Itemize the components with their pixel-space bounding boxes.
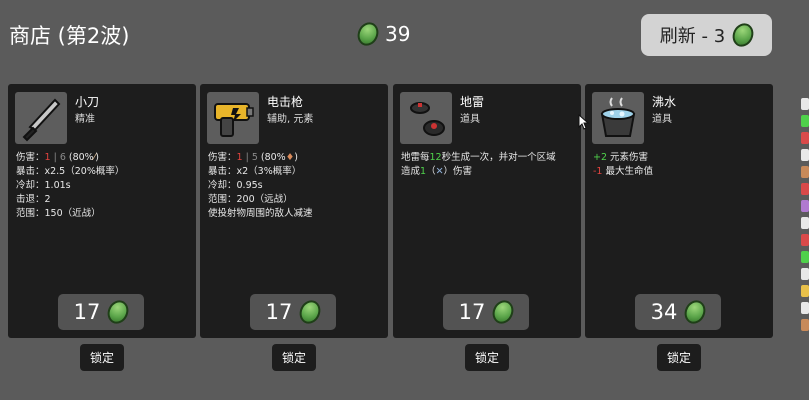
stat-knockback: 击退：2 (16, 194, 51, 205)
shop-card-landmine[interactable]: 地雷 道具 地雷每12秒生成一次，并对一个区域 造成1（✕）伤害 17 (393, 84, 581, 338)
materials-count: 39 (385, 22, 411, 46)
inventory-item-icon[interactable] (801, 166, 809, 178)
inventory-item-icon[interactable] (801, 302, 809, 314)
item-name: 小刀 (75, 95, 100, 109)
stat-range: 范围：200（远战） (208, 194, 293, 205)
reroll-label: 刷新 - 3 (659, 26, 726, 47)
inventory-item-icon[interactable] (801, 217, 809, 229)
taser-icon (207, 92, 259, 144)
item-stats: 伤害：1 | 5 (80%♦) 暴击：x2（3%概率） 冷却：0.95s 范围：… (208, 151, 313, 221)
inventory-item-icon[interactable] (801, 268, 809, 280)
buy-button[interactable]: 34 (635, 294, 721, 330)
inventory-item-icon[interactable] (801, 319, 809, 331)
inventory-item-icon[interactable] (801, 183, 809, 195)
inventory-item-icon[interactable] (801, 132, 809, 144)
inventory-item-icon[interactable] (801, 285, 809, 297)
inventory-item-icon[interactable] (801, 251, 809, 263)
shop-card-knife[interactable]: 小刀 精准 伤害：1 | 6 (80%⁄) 暴击：x2.5（20%概率） 冷却：… (8, 84, 196, 338)
materials-counter: 39 (353, 18, 411, 50)
buy-button[interactable]: 17 (443, 294, 529, 330)
stat-elemental-damage: +2 元素伤害 (593, 152, 649, 163)
item-tag: 道具 (460, 114, 480, 125)
item-stats: 伤害：1 | 6 (80%⁄) 暴击：x2.5（20%概率） 冷却：1.01s … (16, 151, 124, 221)
knife-icon (15, 92, 67, 144)
inventory-item-icon[interactable] (801, 200, 809, 212)
item-tag: 道具 (652, 114, 672, 125)
stat-description-line1: 地雷每12秒生成一次，并对一个区域 (401, 152, 556, 163)
stat-description-line2: 造成1（✕）伤害 (401, 166, 473, 177)
stat-damage: 伤害：1 | 5 (80%♦) (208, 152, 298, 163)
shop-card-boiling-water[interactable]: 沸水 道具 +2 元素伤害 -1 最大生命值 34 (585, 84, 773, 338)
engineering-icon: ✕ (435, 166, 444, 177)
stat-effect: 使投射物周围的敌人减速 (208, 208, 313, 219)
stat-max-hp: -1 最大生命值 (593, 166, 654, 177)
shop-title: 商店 (第2波) (9, 24, 130, 48)
material-gem-icon (296, 296, 325, 328)
lock-button[interactable]: 锁定 (272, 344, 316, 371)
buy-button[interactable]: 17 (58, 294, 144, 330)
item-tag: 辅助, 元素 (267, 114, 314, 125)
item-name: 地雷 (460, 95, 485, 109)
stat-cooldown: 冷却：1.01s (16, 180, 71, 191)
material-gem-icon (729, 19, 758, 51)
lock-button[interactable]: 锁定 (657, 344, 701, 371)
item-stats: +2 元素伤害 -1 最大生命值 (593, 151, 653, 179)
inventory-item-icon[interactable] (801, 149, 809, 161)
price-value: 17 (458, 300, 486, 324)
item-name: 沸水 (652, 95, 677, 109)
stat-range: 范围：150（近战） (16, 208, 101, 219)
lock-button[interactable]: 锁定 (80, 344, 124, 371)
reroll-button[interactable]: 刷新 - 3 (641, 14, 772, 56)
stat-crit: 暴击：x2.5（20%概率） (16, 166, 125, 177)
price-value: 17 (73, 300, 101, 324)
buy-button[interactable]: 17 (250, 294, 336, 330)
inventory-item-icon[interactable] (801, 234, 809, 246)
inventory-sidebar (799, 98, 809, 388)
material-gem-icon (681, 296, 710, 328)
mouse-cursor-icon (578, 114, 590, 130)
lock-button[interactable]: 锁定 (465, 344, 509, 371)
item-name: 电击枪 (267, 95, 304, 109)
inventory-item-icon[interactable] (801, 115, 809, 127)
shop-card-taser[interactable]: 电击枪 辅助, 元素 伤害：1 | 5 (80%♦) 暴击：x2（3%概率） 冷… (200, 84, 388, 338)
material-gem-icon (489, 296, 518, 328)
stat-damage: 伤害：1 | 6 (80%⁄) (16, 152, 100, 163)
stat-cooldown: 冷却：0.95s (208, 180, 263, 191)
elemental-damage-icon: ♦ (285, 152, 295, 163)
boiling-water-icon (592, 92, 644, 144)
item-tag: 精准 (75, 114, 95, 125)
price-value: 17 (265, 300, 293, 324)
material-gem-icon (104, 296, 133, 328)
material-gem-icon (353, 18, 383, 50)
landmine-icon (400, 92, 452, 144)
item-stats: 地雷每12秒生成一次，并对一个区域 造成1（✕）伤害 (401, 151, 556, 179)
price-value: 34 (650, 300, 678, 324)
inventory-item-icon[interactable] (801, 98, 809, 110)
stat-crit: 暴击：x2（3%概率） (208, 166, 302, 177)
